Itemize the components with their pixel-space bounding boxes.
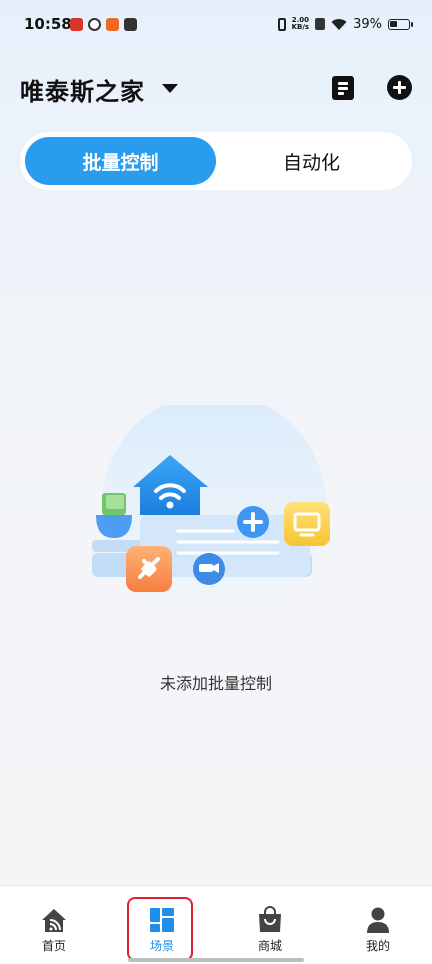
add-icon[interactable]	[387, 75, 412, 100]
app-notification-icon	[106, 18, 119, 31]
header: 唯泰斯之家	[0, 60, 432, 116]
tab-bar: 批量控制 自动化	[20, 132, 412, 190]
status-bar: 10:58 2.00 KB/s 39%	[0, 0, 432, 52]
wifi-icon	[331, 18, 347, 30]
nav-item-mine[interactable]: 我的	[324, 886, 432, 964]
nav-label-home: 首页	[41, 939, 66, 953]
scene-grid-icon	[150, 908, 174, 932]
nav-item-mall[interactable]: 商城	[216, 886, 324, 964]
status-time: 10:58	[24, 15, 72, 33]
nav-item-home[interactable]: 首页	[0, 886, 108, 964]
network-speed-unit: KB/s	[291, 23, 310, 31]
network-speed: 2.00 KB/s	[292, 17, 309, 31]
battery-percent: 39%	[353, 16, 382, 32]
sync-notification-icon	[88, 18, 101, 31]
app-notification-icon	[70, 18, 83, 31]
mail-notification-icon	[124, 18, 137, 31]
caret-down-icon[interactable]	[162, 84, 178, 93]
nav-item-scene[interactable]: 场景	[108, 886, 216, 964]
tab-batch-control[interactable]: 批量控制	[25, 137, 216, 185]
vibrate-icon	[277, 17, 286, 31]
sim-off-icon	[315, 18, 326, 30]
nav-label-scene: 场景	[149, 939, 174, 953]
home-indicator	[128, 958, 304, 962]
status-right: 2.00 KB/s 39%	[277, 14, 413, 34]
document-icon[interactable]	[332, 76, 354, 100]
nav-label-mine: 我的	[365, 939, 390, 953]
home-name-title[interactable]: 唯泰斯之家	[20, 72, 145, 107]
empty-state-message: 未添加批量控制	[159, 674, 272, 693]
shopping-bag-icon	[259, 906, 281, 932]
nav-label-mall: 商城	[257, 939, 282, 953]
battery-icon	[388, 18, 413, 30]
tab-automation[interactable]: 自动化	[216, 137, 407, 185]
home-icon	[42, 909, 66, 932]
empty-state-illustration	[92, 405, 330, 605]
bottom-nav: 首页 场景 商城 我的	[0, 885, 432, 964]
person-icon	[367, 907, 389, 933]
